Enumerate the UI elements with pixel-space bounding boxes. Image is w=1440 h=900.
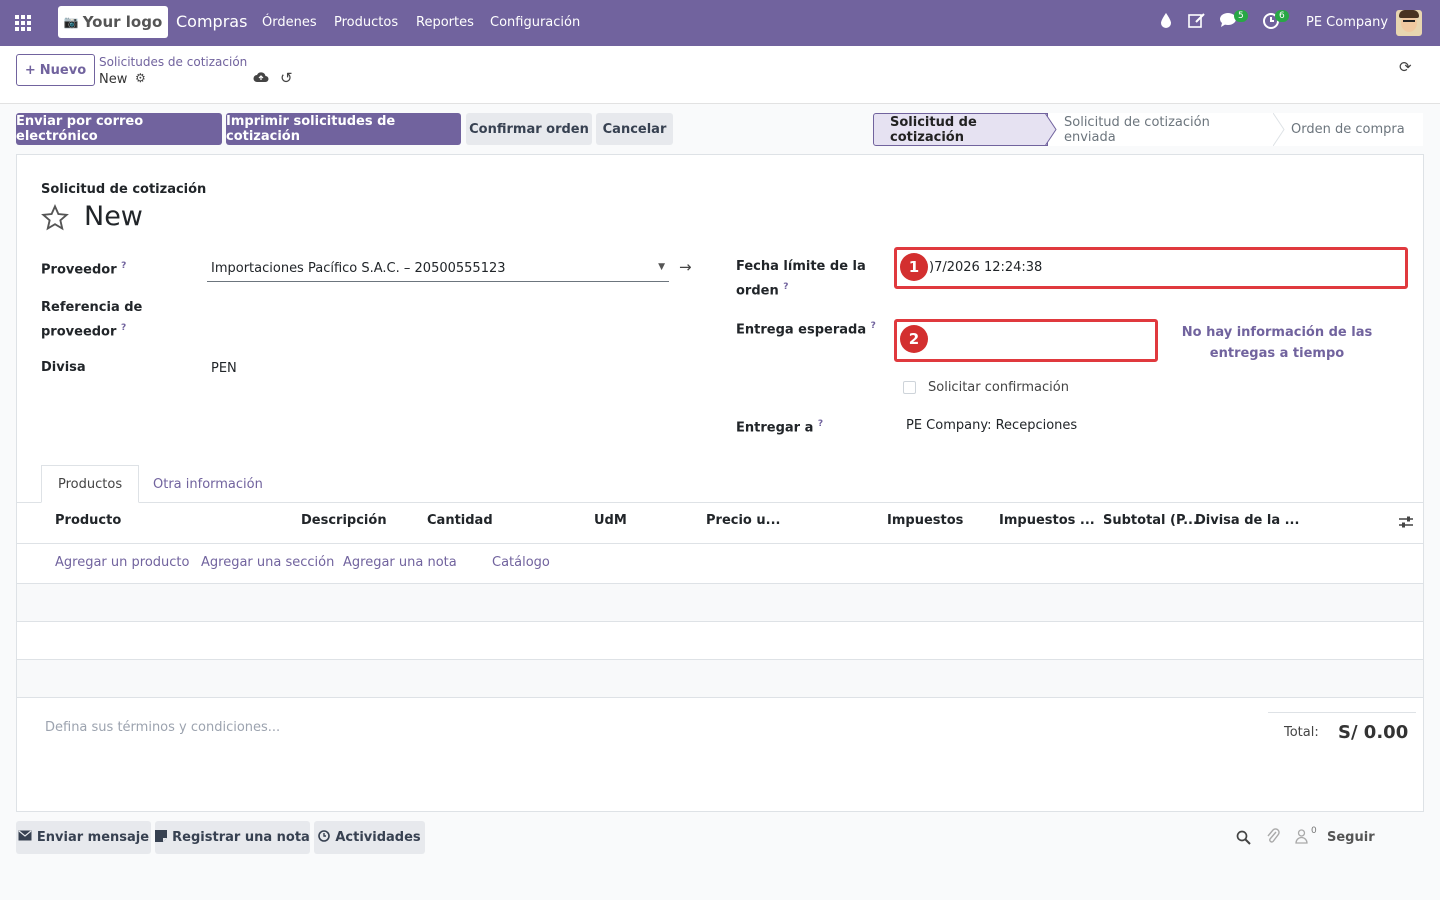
save-cloud-icon[interactable] — [253, 71, 269, 87]
confirm-order-button[interactable]: Confirmar orden — [466, 113, 592, 145]
menu-configuracion[interactable]: Configuración — [490, 15, 580, 30]
stage-rfq-sent[interactable]: Solicitud de cotización enviada — [1048, 113, 1275, 146]
send-message-button[interactable]: Enviar mensaje — [16, 821, 151, 854]
plus-icon: + — [24, 62, 36, 78]
status-bar: Solicitud de cotización Solicitud de cot… — [873, 113, 1423, 146]
deliver-to-value[interactable]: PE Company: Recepciones — [906, 418, 1077, 433]
catalog-link[interactable]: Catálogo — [492, 555, 550, 570]
col-descripcion[interactable]: Descripción — [301, 513, 387, 528]
header-divider — [17, 543, 1423, 544]
apps-menu-icon[interactable] — [0, 0, 46, 46]
messages-badge: 5 — [1234, 10, 1248, 22]
empty-row — [17, 659, 1423, 697]
col-cantidad[interactable]: Cantidad — [427, 513, 493, 528]
terms-input[interactable]: Defina sus términos y condiciones... — [45, 720, 280, 735]
doc-name: New — [84, 201, 143, 232]
gear-icon[interactable]: ⚙ — [135, 71, 146, 85]
annotation-marker-1: 1 — [900, 253, 928, 281]
col-divisa[interactable]: Divisa de la ... — [1195, 513, 1299, 528]
vendor-ref-label: Referencia de proveedor ? — [41, 300, 143, 340]
stage-rfq[interactable]: Solicitud de cotización — [873, 113, 1048, 146]
col-impuestos[interactable]: Impuestos — [887, 513, 963, 528]
dropdown-caret-icon[interactable]: ▼ — [658, 262, 665, 272]
menu-productos[interactable]: Productos — [334, 15, 398, 30]
stage-arrow-1 — [1045, 113, 1057, 146]
activities-button[interactable]: Actividades — [314, 821, 425, 854]
company-logo: 📷 Your logo — [58, 6, 168, 38]
top-navbar: 📷 Your logo Compras Órdenes Productos Re… — [0, 0, 1440, 46]
add-note-link[interactable]: Agregar una nota — [343, 555, 457, 570]
add-section-link[interactable]: Agregar una sección — [201, 555, 334, 570]
clock-icon — [318, 829, 331, 846]
send-email-button[interactable]: Enviar por correo electrónico — [16, 113, 222, 145]
expected-delivery-label: Entrega esperada ? — [736, 321, 876, 338]
print-rfq-button[interactable]: Imprimir solicitudes de cotización — [226, 113, 461, 145]
total-label: Total: — [1284, 725, 1319, 740]
row-divider — [17, 621, 1423, 622]
annotation-box-2 — [894, 319, 1158, 362]
user-avatar[interactable] — [1396, 10, 1422, 36]
discard-icon[interactable]: ↺ — [280, 69, 293, 87]
activities-badge: 6 — [1275, 10, 1289, 22]
currency-label: Divisa — [41, 360, 86, 375]
vendor-field[interactable]: Importaciones Pacífico S.A.C. – 20500555… — [207, 257, 669, 282]
tab-productos[interactable]: Productos — [41, 465, 140, 503]
col-udm[interactable]: UdM — [594, 513, 627, 528]
company-switcher[interactable]: PE Company — [1306, 15, 1388, 30]
paperclip-icon[interactable] — [1266, 828, 1280, 849]
new-button[interactable]: + Nuevo — [16, 54, 95, 86]
control-panel: + Nuevo Solicitudes de cotización New ⚙ … — [0, 46, 1440, 104]
total-divider — [1268, 712, 1416, 713]
followers-count: 0 — [1311, 826, 1317, 836]
row-divider — [17, 697, 1423, 698]
on-time-info[interactable]: No hay información de las entregas a tie… — [1179, 322, 1375, 364]
col-subtotal[interactable]: Subtotal (P... — [1103, 513, 1198, 528]
breadcrumb-parent[interactable]: Solicitudes de cotización — [99, 55, 247, 69]
envelope-icon — [18, 830, 32, 845]
menu-reportes[interactable]: Reportes — [416, 15, 474, 30]
deliver-to-label: Entregar a ? — [736, 419, 824, 436]
annotation-box-1 — [894, 247, 1408, 289]
confirmation-checkbox[interactable] — [903, 381, 916, 394]
total-value: S/ 0.00 — [1338, 722, 1409, 743]
vendor-label: Proveedor ? — [41, 261, 127, 278]
col-impuestos-2[interactable]: Impuestos ... — [999, 513, 1095, 528]
search-icon[interactable] — [1236, 830, 1251, 849]
user-icon[interactable] — [1295, 829, 1308, 848]
breadcrumb-current: New — [99, 72, 128, 87]
menu-ordenes[interactable]: Órdenes — [262, 15, 317, 30]
vendor-ref-input[interactable] — [207, 305, 669, 330]
note-icon — [155, 829, 168, 846]
follow-button[interactable]: Seguir — [1327, 830, 1375, 845]
drop-icon[interactable] — [1160, 12, 1172, 32]
stage-purchase-order[interactable]: Orden de compra — [1275, 113, 1423, 146]
refresh-icon[interactable]: ⟳ — [1399, 58, 1412, 76]
empty-row — [17, 583, 1423, 621]
arrow-right-icon[interactable]: → — [679, 258, 692, 276]
stage-arrow-2 — [1273, 113, 1285, 146]
log-note-button[interactable]: Registrar una nota — [155, 821, 310, 854]
edit-icon[interactable] — [1188, 12, 1206, 32]
tab-otra-informacion[interactable]: Otra información — [137, 465, 279, 503]
col-precio-unitario[interactable]: Precio u... — [706, 513, 780, 528]
doc-type-label: Solicitud de cotización — [41, 182, 207, 197]
form-sheet: Solicitud de cotización New Proveedor ? … — [16, 154, 1424, 812]
col-producto[interactable]: Producto — [55, 513, 121, 528]
deadline-label: Fecha límite de la orden ? — [736, 259, 866, 299]
camera-icon: 📷 — [63, 15, 79, 29]
add-product-link[interactable]: Agregar un producto — [55, 555, 189, 570]
currency-value[interactable]: PEN — [211, 361, 237, 376]
cancel-button[interactable]: Cancelar — [596, 113, 673, 145]
app-name[interactable]: Compras — [176, 12, 247, 31]
annotation-marker-2: 2 — [900, 325, 928, 353]
confirmation-label: Solicitar confirmación — [928, 380, 1069, 395]
star-icon[interactable] — [41, 204, 69, 236]
column-settings-icon[interactable] — [1398, 515, 1414, 533]
